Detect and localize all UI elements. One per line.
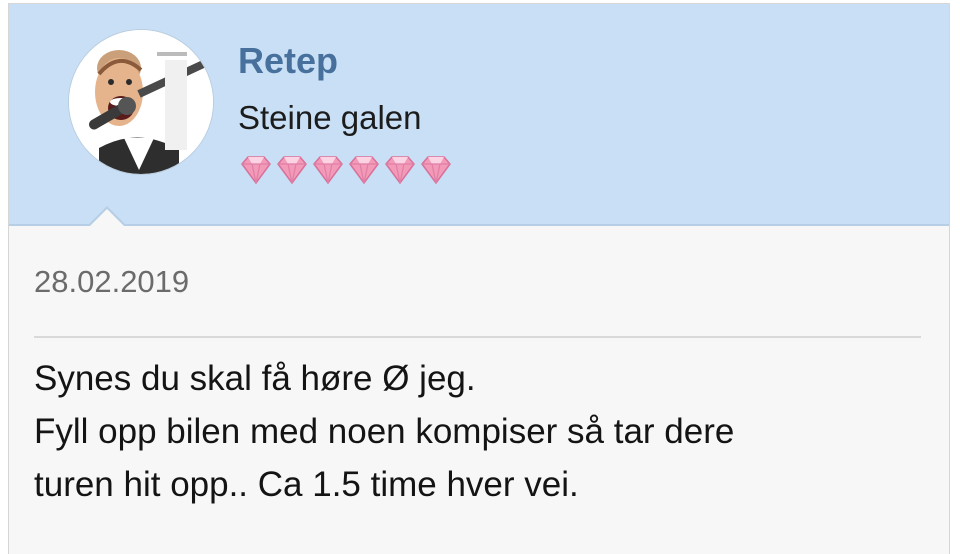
author-info-bar: Retep Steine galen (9, 4, 949, 226)
message-line: Synes du skal få høre Ø jeg. (34, 359, 476, 398)
pink-gem-icon (421, 156, 451, 185)
pink-gem-icon (313, 156, 343, 185)
message-line: Fyll opp bilen med noen kompiser så tar … (34, 412, 735, 451)
author-name-link[interactable]: Retep (238, 40, 338, 82)
speech-pointer-fill (89, 209, 125, 227)
forum-post: Retep Steine galen 28.02.2019 Synes du s… (8, 3, 950, 554)
author-rank (238, 152, 454, 188)
pink-gem-icon (277, 156, 307, 185)
message-line: turen hit opp.. Ca 1.5 time hver vei. (34, 465, 579, 504)
author-title: Steine galen (238, 99, 422, 136)
divider (34, 336, 921, 338)
pink-gem-icon (385, 156, 415, 185)
pink-gem-icon (241, 156, 271, 185)
post-message: Synes du skal få høre Ø jeg. Fyll opp bi… (34, 352, 934, 511)
pink-gem-icon (349, 156, 379, 185)
post-date: 28.02.2019 (34, 264, 190, 299)
avatar[interactable] (69, 30, 213, 174)
avatar-caricature-icon (69, 30, 213, 174)
